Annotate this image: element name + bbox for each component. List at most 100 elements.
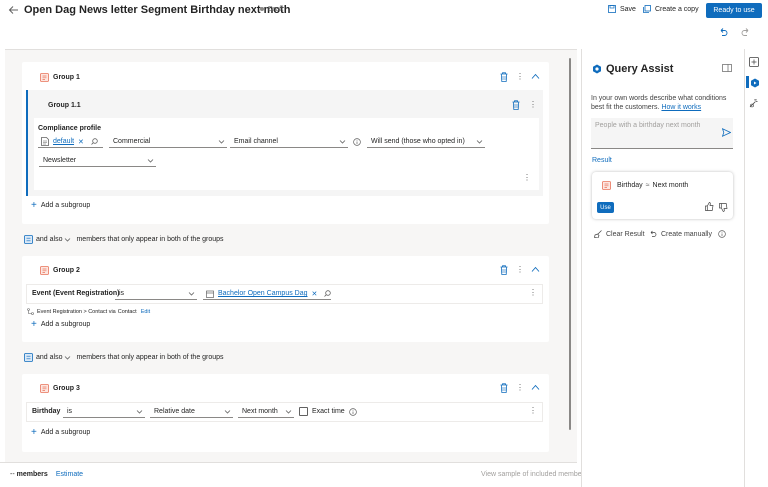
profile-link[interactable]: default: [53, 138, 74, 145]
date-type-dropdown[interactable]: Relative date: [150, 406, 233, 418]
info-icon[interactable]: [348, 407, 357, 416]
topic-dropdown[interactable]: Newsletter: [39, 155, 156, 167]
range-dropdown[interactable]: Next month: [238, 406, 294, 418]
more-options-icon[interactable]: ⋮: [529, 288, 537, 297]
checkbox-box: [299, 407, 308, 416]
delete-icon[interactable]: [500, 72, 508, 82]
consent-dropdown[interactable]: Will send (those who opted in): [367, 136, 485, 148]
channel-dropdown[interactable]: Email channel: [230, 136, 348, 148]
view-sample-link[interactable]: View sample of included members: [481, 471, 587, 478]
plus-icon: +: [31, 200, 37, 211]
collapse-chevron-icon[interactable]: [531, 266, 540, 273]
add-subgroup-label: Add a subgroup: [40, 429, 91, 436]
add-subgroup-button[interactable]: + Add a subgroup: [31, 319, 91, 330]
compliance-label: Compliance profile: [38, 125, 102, 132]
query-assist-panel: [581, 49, 743, 487]
range-value: Next month: [242, 408, 278, 415]
query-assist-tool-icon[interactable]: [750, 78, 760, 88]
condition-attribute[interactable]: Event (Event Registration): [32, 290, 120, 297]
thumbs-up-icon[interactable]: [705, 202, 714, 211]
more-options-icon[interactable]: ⋮: [516, 72, 524, 81]
copilot-icon: [592, 64, 602, 74]
operator-dropdown[interactable]: is: [115, 288, 197, 300]
delete-icon[interactable]: [500, 265, 508, 275]
event-picker[interactable]: Bachelor Open Campus Dag ✕: [203, 288, 332, 300]
compliance-condition-card: [34, 118, 539, 190]
add-subgroup-button[interactable]: + Add a subgroup: [31, 200, 90, 211]
chevron-down-icon: [65, 356, 71, 360]
add-subgroup-button[interactable]: + Add a subgroup: [31, 427, 91, 438]
condition-attribute[interactable]: Birthday: [32, 408, 60, 415]
wand-icon[interactable]: [749, 98, 759, 108]
more-options-icon[interactable]: ⋮: [529, 406, 537, 415]
more-options-icon[interactable]: ⋮: [516, 383, 524, 392]
save-label: Save: [620, 5, 636, 13]
operator-dropdown[interactable]: and also: [36, 354, 71, 361]
group-icon: [40, 73, 49, 82]
query-placeholder: People with a birthday next month: [595, 122, 701, 129]
event-link[interactable]: Bachelor Open Campus Dag: [218, 290, 308, 297]
result-attribute: Birthday: [617, 182, 643, 189]
more-options-icon[interactable]: ⋮: [516, 265, 524, 274]
create-manually-button[interactable]: Create manually: [649, 230, 726, 238]
save-button[interactable]: Save: [608, 5, 636, 13]
ready-to-use-button[interactable]: Ready to use: [706, 3, 762, 18]
search-icon[interactable]: [324, 290, 332, 297]
create-manually-label: Create manually: [661, 230, 712, 238]
status-badge: Draft: [260, 6, 283, 13]
compliance-profile-picker[interactable]: default ✕: [38, 136, 103, 148]
group-connector: and also members that only appear in bot…: [24, 235, 224, 244]
delete-icon[interactable]: [500, 383, 508, 393]
save-icon: [608, 5, 616, 13]
more-options-icon[interactable]: ⋮: [523, 173, 531, 182]
member-count: -- members Estimate: [10, 471, 83, 478]
search-icon[interactable]: [91, 138, 98, 145]
right-tool-rail: [744, 49, 768, 487]
purpose-value: Commercial: [113, 138, 151, 145]
copy-icon: [643, 5, 651, 13]
status-text: Draft: [268, 6, 284, 13]
use-button[interactable]: Use: [597, 202, 614, 213]
add-subgroup-label: Add a subgroup: [40, 321, 91, 328]
collapse-chevron-icon[interactable]: [531, 384, 540, 391]
more-options-icon[interactable]: ⋮: [529, 100, 537, 109]
properties-icon[interactable]: [749, 57, 759, 67]
undo-icon[interactable]: [718, 27, 728, 37]
purpose-dropdown[interactable]: Commercial: [109, 136, 227, 148]
plus-icon: +: [31, 427, 37, 438]
chevron-down-icon: [285, 408, 292, 415]
create-copy-button[interactable]: Create a copy: [643, 5, 699, 13]
intersect-icon: [24, 353, 33, 362]
clear-result-button[interactable]: Clear Result: [594, 230, 645, 238]
thumbs-down-icon[interactable]: [719, 203, 728, 212]
operator-dropdown[interactable]: is: [63, 406, 145, 418]
info-icon[interactable]: [353, 138, 361, 146]
how-it-works-link[interactable]: How it works: [661, 104, 701, 111]
info-icon[interactable]: [718, 230, 726, 238]
path-edit-link[interactable]: Edit: [141, 309, 150, 315]
chevron-down-icon: [188, 290, 195, 297]
operator-value: is: [119, 290, 125, 297]
group-2-title: Group 2: [53, 267, 80, 274]
plus-icon: +: [31, 319, 37, 330]
chevron-down-icon: [476, 138, 483, 145]
remove-icon[interactable]: ✕: [78, 138, 84, 146]
delete-icon[interactable]: [512, 100, 520, 110]
topic-value: Newsletter: [43, 157, 77, 164]
estimate-button[interactable]: Estimate: [56, 471, 83, 478]
group-1-title: Group 1: [53, 74, 80, 81]
path-icon: [27, 308, 34, 315]
back-arrow-icon[interactable]: [8, 4, 20, 16]
send-icon[interactable]: [722, 128, 731, 137]
clear-result-label: Clear Result: [606, 230, 645, 238]
collapse-chevron-icon[interactable]: [531, 73, 540, 80]
canvas-scrollbar[interactable]: [569, 58, 571, 430]
redo-icon[interactable]: [741, 27, 751, 37]
remove-icon[interactable]: ✕: [312, 290, 318, 298]
operator-dropdown[interactable]: and also: [36, 236, 71, 243]
chevron-down-icon: [65, 238, 71, 242]
panel-toggle-icon[interactable]: [722, 64, 732, 72]
exact-time-checkbox[interactable]: Exact time: [299, 407, 357, 416]
result-label: Result: [592, 157, 612, 164]
chevron-down-icon: [136, 408, 143, 415]
